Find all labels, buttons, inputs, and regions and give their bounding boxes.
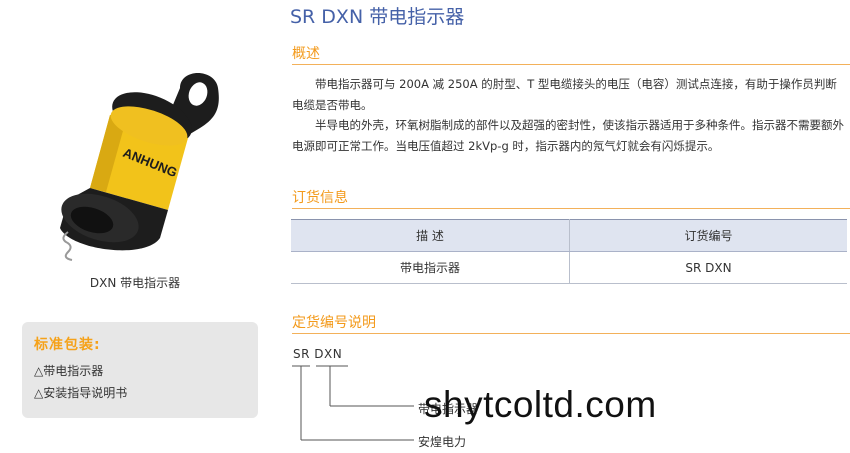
packing-item: △安装指导说明书 xyxy=(34,386,128,400)
code-explain-title: 定货编号说明 xyxy=(292,315,376,331)
packing-box: 标准包装: △带电指示器 △安装指导说明书 xyxy=(22,322,258,418)
table-row: 带电指示器 SR DXN xyxy=(291,251,847,284)
order-code: SR DXN xyxy=(293,347,343,361)
overview-paragraph: 带电指示器可与 200A 减 250A 的肘型、T 型电缆接头的电压（电容）测试… xyxy=(292,77,837,112)
overview-paragraph: 半导电的外壳，环氧树脂制成的部件以及超强的密封性，使该指示器适用于多种条件。指示… xyxy=(292,118,844,153)
watermark: shytcoltd.com xyxy=(424,384,657,425)
page-title: SR DXN 带电指示器 xyxy=(290,6,465,28)
table-header-description: 描 述 xyxy=(291,219,570,252)
product-photo: ANHUNG xyxy=(60,73,219,261)
ordering-divider xyxy=(292,208,850,209)
overview-body: 带电指示器可与 200A 减 250A 的肘型、T 型电缆接头的电压（电容）测试… xyxy=(292,74,848,156)
table-header-row: 描 述 订货编号 xyxy=(291,219,847,252)
table-cell-description: 带电指示器 xyxy=(291,251,570,284)
packing-title: 标准包装: xyxy=(34,337,101,353)
table-cell-order-number: SR DXN xyxy=(569,251,847,284)
code-explain-divider xyxy=(292,333,850,334)
ordering-table: 描 述 订货编号 带电指示器 SR DXN xyxy=(291,219,847,284)
overview-divider xyxy=(292,64,850,65)
code-bracket-lines xyxy=(292,365,414,441)
packing-item: △带电指示器 xyxy=(34,364,104,378)
table-header-order-number: 订货编号 xyxy=(569,219,847,252)
code-label-brand: 安煌电力 xyxy=(418,435,467,449)
overview-title: 概述 xyxy=(292,46,320,62)
ordering-title: 订货信息 xyxy=(292,190,348,206)
product-caption: DXN 带电指示器 xyxy=(89,276,181,290)
